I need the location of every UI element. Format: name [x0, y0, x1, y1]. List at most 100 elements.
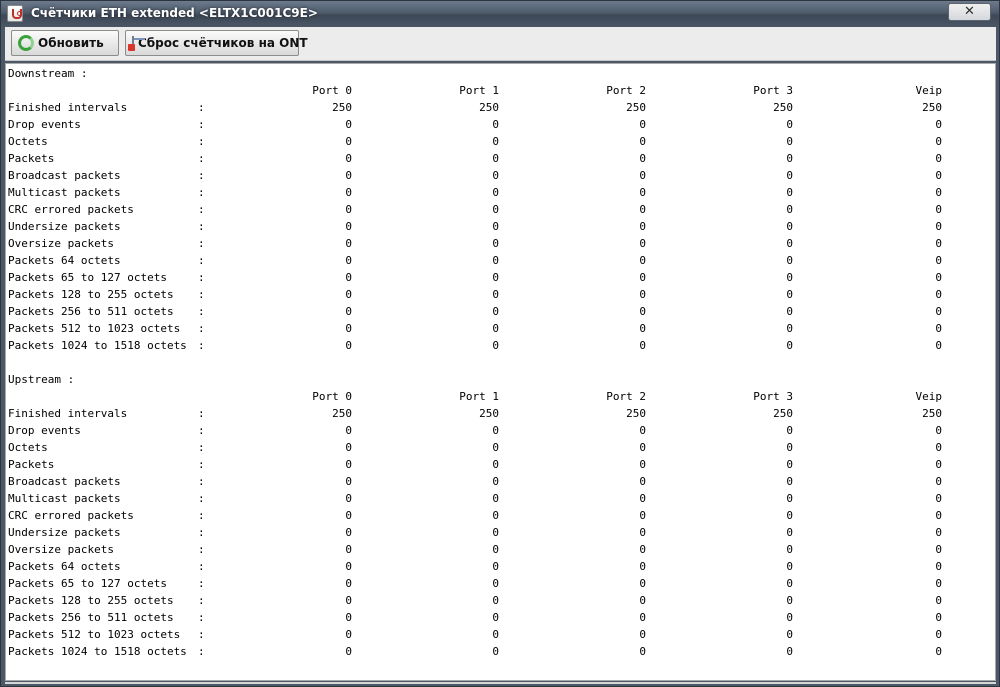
counter-value: 0 — [492, 152, 499, 165]
column-header: Port 0 — [312, 390, 352, 403]
counter-value: 0 — [639, 645, 646, 658]
counter-value: 0 — [935, 237, 942, 250]
counter-value: 0 — [345, 526, 352, 539]
counter-value: 0 — [786, 288, 793, 301]
counter-separator: : — [198, 441, 205, 454]
counter-value: 0 — [935, 560, 942, 573]
counter-value: 0 — [935, 458, 942, 471]
counter-label: Packets — [8, 152, 55, 165]
toolbar: Обновить Сброс счётчиков на ONT — [5, 27, 996, 61]
counter-value: 0 — [639, 271, 646, 284]
refresh-button-label: Обновить — [38, 36, 104, 50]
counter-row: Drop events: 0 0 0 0 0 — [8, 116, 948, 133]
counter-row: Packets: 0 0 0 0 0 — [8, 456, 948, 473]
counter-value: 0 — [345, 577, 352, 590]
reset-counters-button[interactable]: Сброс счётчиков на ONT — [125, 30, 308, 56]
counter-value: 0 — [492, 543, 499, 556]
counter-value: 0 — [492, 458, 499, 471]
counter-value: 0 — [345, 645, 352, 658]
counter-value: 0 — [786, 152, 793, 165]
counter-value: 250 — [626, 407, 646, 420]
counter-value: 0 — [345, 220, 352, 233]
counter-separator: : — [198, 509, 205, 522]
counter-value: 0 — [786, 271, 793, 284]
counter-value: 0 — [492, 203, 499, 216]
counter-label: Packets — [8, 458, 55, 471]
counter-value: 0 — [345, 271, 352, 284]
counter-value: 0 — [492, 492, 499, 505]
counter-label: Packets 64 octets — [8, 560, 121, 573]
counter-value: 0 — [786, 526, 793, 539]
counter-value: 0 — [786, 135, 793, 148]
counter-value: 0 — [492, 628, 499, 641]
counter-value: 0 — [639, 186, 646, 199]
counter-value: 0 — [492, 186, 499, 199]
counter-row: Packets 65 to 127 octets: 0 0 0 0 0 — [8, 269, 948, 286]
counter-value: 250 — [479, 101, 499, 114]
counter-label: Packets 65 to 127 octets — [8, 577, 167, 590]
counter-value: 0 — [639, 560, 646, 573]
counter-value: 0 — [786, 611, 793, 624]
reset-counters-icon — [128, 36, 145, 51]
counter-value: 0 — [935, 526, 942, 539]
counter-value: 0 — [786, 560, 793, 573]
counter-separator: : — [198, 560, 205, 573]
counter-value: 0 — [492, 135, 499, 148]
counter-separator: : — [198, 475, 205, 488]
counter-label: Packets 1024 to 1518 octets — [8, 339, 187, 352]
refresh-button[interactable]: Обновить — [11, 30, 119, 56]
counter-value: 0 — [786, 441, 793, 454]
counter-separator: : — [198, 645, 205, 658]
counter-value: 0 — [639, 169, 646, 182]
counter-separator: : — [198, 611, 205, 624]
counter-value: 0 — [492, 577, 499, 590]
counter-value: 0 — [345, 152, 352, 165]
counter-row: Packets 64 octets: 0 0 0 0 0 — [8, 558, 948, 575]
counter-row: Undersize packets: 0 0 0 0 0 — [8, 218, 948, 235]
title-bar[interactable]: Счётчики ETH extended <ELTX1C001C9E> ✕ — [1, 1, 999, 27]
counter-value: 0 — [345, 339, 352, 352]
counter-value: 0 — [345, 203, 352, 216]
counter-value: 0 — [786, 492, 793, 505]
counter-value: 0 — [639, 203, 646, 216]
counter-value: 0 — [639, 509, 646, 522]
counter-value: 0 — [639, 152, 646, 165]
counter-row: Packets 512 to 1023 octets: 0 0 0 0 0 — [8, 626, 948, 643]
counter-row: Finished intervals: 250 250 250 250 250 — [8, 99, 948, 116]
counter-value: 0 — [786, 594, 793, 607]
counter-separator: : — [198, 271, 205, 284]
counter-value: 0 — [786, 577, 793, 590]
counter-label: Oversize packets — [8, 237, 114, 250]
counter-value: 0 — [935, 543, 942, 556]
counter-value: 0 — [345, 169, 352, 182]
close-button[interactable]: ✕ — [948, 3, 991, 21]
counter-row: Packets 1024 to 1518 octets: 0 0 0 0 0 — [8, 337, 948, 354]
counter-value: 0 — [935, 288, 942, 301]
bottom-edge — [5, 682, 996, 684]
counter-separator: : — [198, 492, 205, 505]
counter-value: 0 — [935, 645, 942, 658]
counter-row: Packets 65 to 127 octets: 0 0 0 0 0 — [8, 575, 948, 592]
counters-text-area[interactable]: Downstream : Port 0 Port 1 Port 2 Port 3 Veip… — [5, 63, 996, 681]
counter-value: 0 — [786, 254, 793, 267]
counter-value: 0 — [639, 237, 646, 250]
counter-value: 0 — [492, 560, 499, 573]
downstream-section-title: Downstream : — [8, 67, 88, 80]
counter-value: 0 — [639, 526, 646, 539]
counter-value: 0 — [786, 458, 793, 471]
counter-value: 0 — [786, 509, 793, 522]
counter-label: Packets 512 to 1023 octets — [8, 322, 181, 335]
counter-value: 0 — [639, 492, 646, 505]
counter-value: 0 — [935, 322, 942, 335]
counter-value: 0 — [935, 339, 942, 352]
counter-separator: : — [198, 424, 205, 437]
counter-row: Octets: 0 0 0 0 0 — [8, 133, 948, 150]
counter-row: Drop events: 0 0 0 0 0 — [8, 422, 948, 439]
counter-row: Multicast packets: 0 0 0 0 0 — [8, 184, 948, 201]
column-header: Port 1 — [459, 390, 499, 403]
counter-value: 0 — [935, 152, 942, 165]
counter-row: Broadcast packets: 0 0 0 0 0 — [8, 167, 948, 184]
counter-row: Finished intervals: 250 250 250 250 250 — [8, 405, 948, 422]
counter-value: 0 — [786, 203, 793, 216]
counter-row: Packets 1024 to 1518 octets: 0 0 0 0 0 — [8, 643, 948, 660]
